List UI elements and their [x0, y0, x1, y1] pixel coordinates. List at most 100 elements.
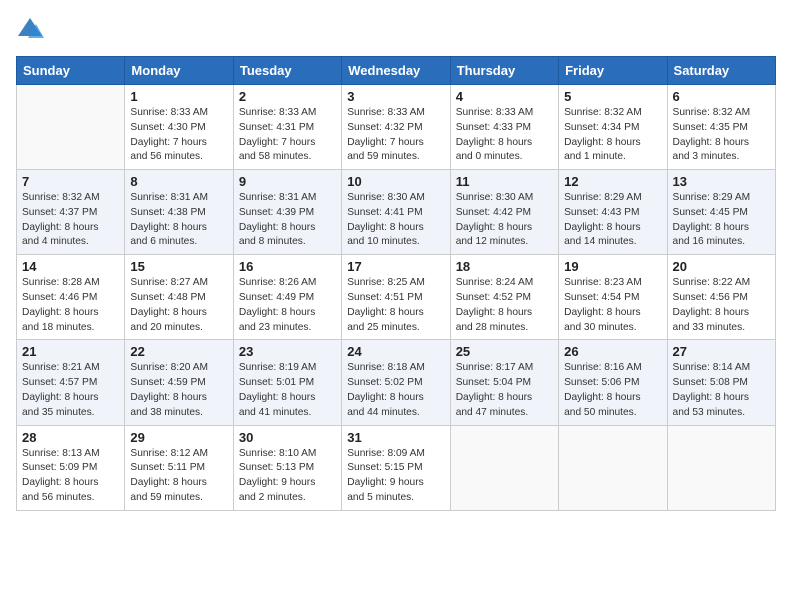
day-number: 18 — [456, 259, 553, 274]
weekday-header-monday: Monday — [125, 57, 233, 85]
calendar-day-cell: 31 Sunrise: 8:09 AM Sunset: 5:15 PM Dayli… — [342, 425, 450, 510]
day-number: 17 — [347, 259, 444, 274]
calendar-day-cell: 28 Sunrise: 8:13 AM Sunset: 5:09 PM Dayli… — [17, 425, 125, 510]
day-number: 19 — [564, 259, 661, 274]
calendar-day-cell: 25Sunrise: 8:17 AM Sunset: 5:04 PM Dayli… — [450, 340, 558, 425]
day-number: 20 — [673, 259, 770, 274]
day-info: Sunrise: 8:33 AM Sunset: 4:32 PM Dayligh… — [347, 106, 444, 165]
calendar-week-row: 21 Sunrise: 8:21 AM Sunset: 4:57 PM Dayli… — [17, 340, 776, 425]
day-info: Sunrise: 8:24 AM Sunset: 4:52 PM Dayligh… — [456, 276, 553, 335]
day-info: Sunrise: 8:28 AM Sunset: 4:46 PM Dayligh… — [22, 276, 119, 335]
calendar-day-cell: 21 Sunrise: 8:21 AM Sunset: 4:57 PM Dayli… — [17, 340, 125, 425]
day-number: 31 — [347, 430, 444, 445]
calendar-day-cell: 15Sunrise: 8:27 AM Sunset: 4:48 PM Dayli… — [125, 255, 233, 340]
calendar-day-cell — [450, 425, 558, 510]
calendar-week-row: 14 Sunrise: 8:28 AM Sunset: 4:46 PM Dayli… — [17, 255, 776, 340]
calendar-table: SundayMondayTuesdayWednesdayThursdayFrid… — [16, 56, 776, 511]
calendar-week-row: 28 Sunrise: 8:13 AM Sunset: 5:09 PM Dayli… — [17, 425, 776, 510]
calendar-day-cell: 24 Sunrise: 8:18 AM Sunset: 5:02 PM Dayli… — [342, 340, 450, 425]
calendar-day-cell: 16 Sunrise: 8:26 AM Sunset: 4:49 PM Dayli… — [233, 255, 341, 340]
day-number: 11 — [456, 174, 553, 189]
day-number: 22 — [130, 344, 227, 359]
day-number: 16 — [239, 259, 336, 274]
day-info: Sunrise: 8:32 AM Sunset: 4:35 PM Dayligh… — [673, 106, 770, 165]
day-number: 8 — [130, 174, 227, 189]
calendar-day-cell: 29 Sunrise: 8:12 AM Sunset: 5:11 PM Dayli… — [125, 425, 233, 510]
calendar-day-cell: 19 Sunrise: 8:23 AM Sunset: 4:54 PM Dayli… — [559, 255, 667, 340]
day-info: Sunrise: 8:30 AM Sunset: 4:42 PM Dayligh… — [456, 191, 553, 250]
calendar-day-cell: 20 Sunrise: 8:22 AM Sunset: 4:56 PM Dayli… — [667, 255, 775, 340]
calendar-day-cell: 22 Sunrise: 8:20 AM Sunset: 4:59 PM Dayli… — [125, 340, 233, 425]
day-number: 21 — [22, 344, 119, 359]
calendar-day-cell: 30 Sunrise: 8:10 AM Sunset: 5:13 PM Dayli… — [233, 425, 341, 510]
calendar-day-cell — [17, 85, 125, 170]
logo — [16, 16, 48, 44]
day-number: 9 — [239, 174, 336, 189]
day-number: 5 — [564, 89, 661, 104]
day-info: Sunrise: 8:29 AM Sunset: 4:45 PM Dayligh… — [673, 191, 770, 250]
day-info: Sunrise: 8:13 AM Sunset: 5:09 PM Dayligh… — [22, 447, 119, 506]
calendar-day-cell: 26Sunrise: 8:16 AM Sunset: 5:06 PM Dayli… — [559, 340, 667, 425]
day-number: 4 — [456, 89, 553, 104]
logo-icon — [16, 16, 44, 44]
weekday-header-thursday: Thursday — [450, 57, 558, 85]
day-info: Sunrise: 8:09 AM Sunset: 5:15 PM Dayligh… — [347, 447, 444, 506]
weekday-header-saturday: Saturday — [667, 57, 775, 85]
calendar-day-cell: 7 Sunrise: 8:32 AM Sunset: 4:37 PM Daylig… — [17, 170, 125, 255]
day-number: 10 — [347, 174, 444, 189]
day-info: Sunrise: 8:25 AM Sunset: 4:51 PM Dayligh… — [347, 276, 444, 335]
day-info: Sunrise: 8:10 AM Sunset: 5:13 PM Dayligh… — [239, 447, 336, 506]
calendar-day-cell: 23 Sunrise: 8:19 AM Sunset: 5:01 PM Dayli… — [233, 340, 341, 425]
calendar-header-row: SundayMondayTuesdayWednesdayThursdayFrid… — [17, 57, 776, 85]
calendar-day-cell: 2 Sunrise: 8:33 AM Sunset: 4:31 PM Daylig… — [233, 85, 341, 170]
day-info: Sunrise: 8:27 AM Sunset: 4:48 PM Dayligh… — [130, 276, 227, 335]
day-info: Sunrise: 8:12 AM Sunset: 5:11 PM Dayligh… — [130, 447, 227, 506]
calendar-day-cell: 12Sunrise: 8:29 AM Sunset: 4:43 PM Dayli… — [559, 170, 667, 255]
calendar-day-cell: 1Sunrise: 8:33 AM Sunset: 4:30 PM Daylig… — [125, 85, 233, 170]
calendar-day-cell: 18 Sunrise: 8:24 AM Sunset: 4:52 PM Dayli… — [450, 255, 558, 340]
day-info: Sunrise: 8:30 AM Sunset: 4:41 PM Dayligh… — [347, 191, 444, 250]
page-header — [16, 16, 776, 44]
calendar-day-cell: 14 Sunrise: 8:28 AM Sunset: 4:46 PM Dayli… — [17, 255, 125, 340]
calendar-day-cell: 17 Sunrise: 8:25 AM Sunset: 4:51 PM Dayli… — [342, 255, 450, 340]
calendar-day-cell: 6Sunrise: 8:32 AM Sunset: 4:35 PM Daylig… — [667, 85, 775, 170]
day-info: Sunrise: 8:33 AM Sunset: 4:33 PM Dayligh… — [456, 106, 553, 165]
day-info: Sunrise: 8:21 AM Sunset: 4:57 PM Dayligh… — [22, 361, 119, 420]
day-number: 14 — [22, 259, 119, 274]
day-info: Sunrise: 8:33 AM Sunset: 4:30 PM Dayligh… — [130, 106, 227, 165]
day-info: Sunrise: 8:33 AM Sunset: 4:31 PM Dayligh… — [239, 106, 336, 165]
day-info: Sunrise: 8:32 AM Sunset: 4:34 PM Dayligh… — [564, 106, 661, 165]
calendar-day-cell: 13Sunrise: 8:29 AM Sunset: 4:45 PM Dayli… — [667, 170, 775, 255]
calendar-day-cell: 5 Sunrise: 8:32 AM Sunset: 4:34 PM Daylig… — [559, 85, 667, 170]
calendar-week-row: 7 Sunrise: 8:32 AM Sunset: 4:37 PM Daylig… — [17, 170, 776, 255]
day-info: Sunrise: 8:17 AM Sunset: 5:04 PM Dayligh… — [456, 361, 553, 420]
day-number: 27 — [673, 344, 770, 359]
calendar-day-cell: 9 Sunrise: 8:31 AM Sunset: 4:39 PM Daylig… — [233, 170, 341, 255]
day-number: 29 — [130, 430, 227, 445]
day-number: 3 — [347, 89, 444, 104]
day-number: 7 — [22, 174, 119, 189]
day-number: 28 — [22, 430, 119, 445]
day-number: 30 — [239, 430, 336, 445]
day-info: Sunrise: 8:23 AM Sunset: 4:54 PM Dayligh… — [564, 276, 661, 335]
day-number: 2 — [239, 89, 336, 104]
weekday-header-tuesday: Tuesday — [233, 57, 341, 85]
day-info: Sunrise: 8:16 AM Sunset: 5:06 PM Dayligh… — [564, 361, 661, 420]
day-info: Sunrise: 8:18 AM Sunset: 5:02 PM Dayligh… — [347, 361, 444, 420]
day-info: Sunrise: 8:20 AM Sunset: 4:59 PM Dayligh… — [130, 361, 227, 420]
calendar-day-cell: 10 Sunrise: 8:30 AM Sunset: 4:41 PM Dayli… — [342, 170, 450, 255]
day-info: Sunrise: 8:22 AM Sunset: 4:56 PM Dayligh… — [673, 276, 770, 335]
weekday-header-friday: Friday — [559, 57, 667, 85]
calendar-day-cell: 4 Sunrise: 8:33 AM Sunset: 4:33 PM Daylig… — [450, 85, 558, 170]
day-info: Sunrise: 8:29 AM Sunset: 4:43 PM Dayligh… — [564, 191, 661, 250]
day-info: Sunrise: 8:31 AM Sunset: 4:39 PM Dayligh… — [239, 191, 336, 250]
day-number: 23 — [239, 344, 336, 359]
calendar-week-row: 1Sunrise: 8:33 AM Sunset: 4:30 PM Daylig… — [17, 85, 776, 170]
calendar-day-cell: 8Sunrise: 8:31 AM Sunset: 4:38 PM Daylig… — [125, 170, 233, 255]
day-info: Sunrise: 8:26 AM Sunset: 4:49 PM Dayligh… — [239, 276, 336, 335]
day-info: Sunrise: 8:32 AM Sunset: 4:37 PM Dayligh… — [22, 191, 119, 250]
day-number: 24 — [347, 344, 444, 359]
day-info: Sunrise: 8:19 AM Sunset: 5:01 PM Dayligh… — [239, 361, 336, 420]
calendar-day-cell: 11 Sunrise: 8:30 AM Sunset: 4:42 PM Dayli… — [450, 170, 558, 255]
calendar-day-cell: 27Sunrise: 8:14 AM Sunset: 5:08 PM Dayli… — [667, 340, 775, 425]
